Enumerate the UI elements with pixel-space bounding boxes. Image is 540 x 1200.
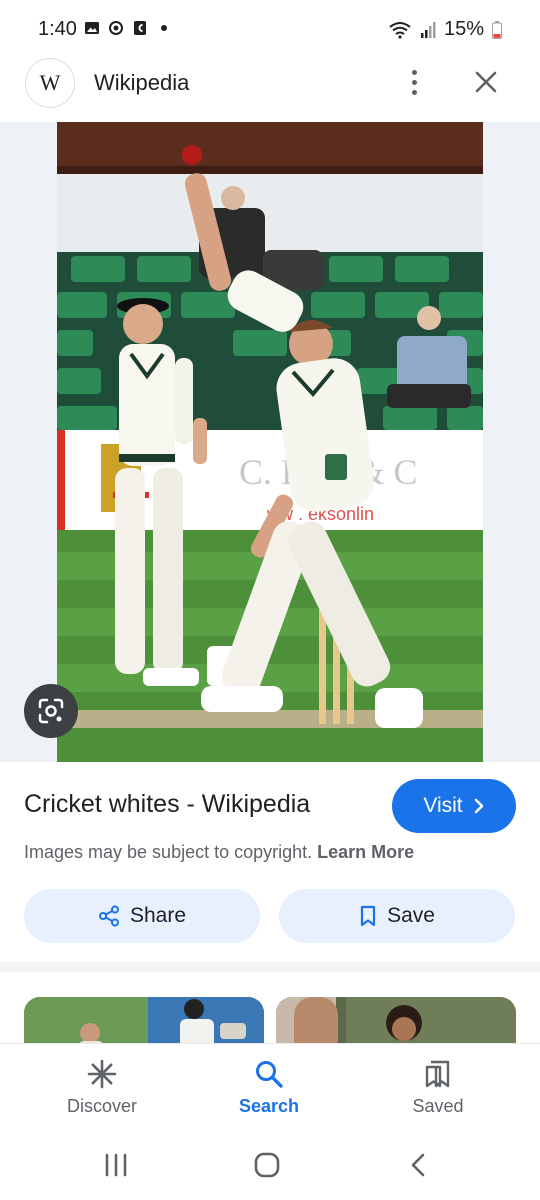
image-preview-area: C. R. k' & C ww . eksonlin — [0, 122, 540, 762]
related-images — [0, 997, 540, 1043]
home-button[interactable] — [247, 1149, 287, 1181]
thumbnail-illustration — [24, 997, 264, 1043]
copyright-text: Images may be subject to copyright. — [24, 842, 313, 862]
chevron-right-icon — [474, 798, 483, 814]
more-options-button[interactable] — [398, 64, 430, 100]
bookmark-icon — [360, 905, 376, 927]
lens-button[interactable] — [24, 684, 78, 738]
related-image-thumbnail[interactable] — [276, 997, 516, 1043]
system-navigation-bar — [0, 1133, 540, 1200]
copyright-notice: Images may be subject to copyright. Lear… — [24, 842, 414, 863]
c-app-icon — [134, 21, 146, 35]
share-button[interactable]: Share — [24, 889, 260, 943]
app-header: W Wikipedia — [0, 56, 540, 122]
save-button[interactable]: Save — [279, 889, 515, 943]
signal-icon — [420, 21, 436, 38]
image-icon — [85, 22, 99, 34]
saved-icon — [425, 1060, 450, 1088]
status-icons-right: 15% — [388, 18, 502, 41]
battery-icon — [492, 20, 502, 39]
sync-icon — [109, 21, 123, 35]
visit-button[interactable]: Visit — [392, 779, 516, 833]
status-icons-left — [84, 20, 172, 36]
status-bar: 1:40 15% — [0, 0, 540, 60]
share-label: Share — [129, 904, 187, 927]
recent-apps-icon — [105, 1153, 127, 1177]
more-dot-icon — [411, 79, 417, 85]
cricket-photo[interactable]: C. R. k' & C ww . eksonlin — [57, 122, 483, 762]
search-icon — [256, 1061, 283, 1088]
related-image-thumbnail[interactable] — [24, 997, 264, 1043]
back-button[interactable] — [398, 1149, 438, 1181]
dot-icon — [161, 25, 167, 31]
discover-icon — [87, 1059, 117, 1089]
cricket-photo-illustration: C. R. k' & C ww . eksonlin — [57, 122, 483, 762]
wikipedia-logo[interactable]: W — [25, 58, 75, 108]
save-label: Save — [387, 904, 435, 927]
more-dot-icon — [411, 89, 417, 95]
home-icon — [254, 1152, 280, 1178]
battery-percentage: 15% — [443, 18, 484, 40]
wifi-icon — [389, 21, 411, 39]
site-name[interactable]: Wikipedia — [94, 70, 189, 96]
share-icon — [98, 905, 119, 927]
learn-more-link[interactable]: Learn More — [317, 842, 414, 862]
nav-label-discover: Discover — [66, 1096, 137, 1116]
back-icon — [411, 1153, 425, 1177]
result-title[interactable]: Cricket whites - Wikipedia — [24, 790, 310, 819]
bottom-navigation: Discover Search Saved — [0, 1043, 540, 1133]
nav-item-saved[interactable]: Saved — [378, 1058, 498, 1117]
status-time: 1:40 — [38, 18, 77, 40]
nav-label-search: Search — [238, 1096, 300, 1116]
section-divider — [0, 962, 540, 972]
more-dot-icon — [411, 69, 417, 75]
nav-item-search[interactable]: Search — [209, 1058, 329, 1117]
thumbnail-illustration — [276, 997, 516, 1043]
nav-item-discover[interactable]: Discover — [42, 1058, 162, 1117]
nav-label-saved: Saved — [412, 1096, 464, 1116]
close-icon[interactable] — [470, 66, 502, 98]
visit-label: Visit — [423, 794, 463, 817]
lens-icon — [38, 698, 64, 724]
recent-apps-button[interactable] — [96, 1149, 136, 1181]
